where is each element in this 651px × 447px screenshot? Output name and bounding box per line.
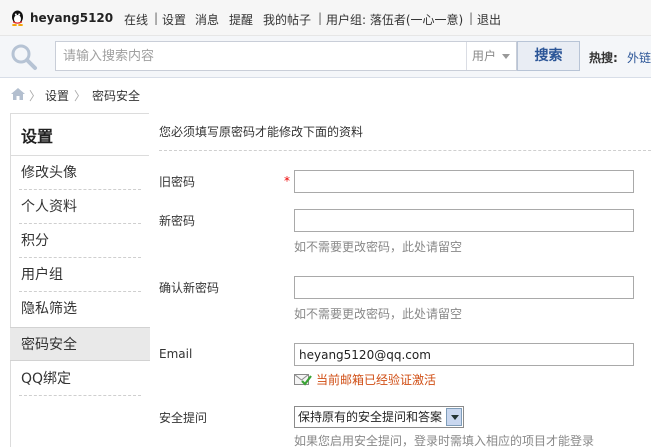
sidebar-item-label: 个人资料 (21, 199, 77, 215)
breadcrumb-separator: 〉 (29, 89, 42, 103)
search-bar: 用户 搜索 热搜: 外链 (0, 36, 651, 78)
security-question-value: 保持原有的安全提问和答案 (298, 410, 443, 424)
breadcrumb: 〉 设置 〉 密码安全 (0, 78, 651, 112)
new-password-hint: 如不需要更改密码，此处请留空 (294, 240, 463, 254)
username-link[interactable]: heyang5120 (30, 11, 113, 25)
separator: | (318, 11, 323, 25)
breadcrumb-separator: 〉 (74, 89, 87, 103)
form-notice: 您必须填写原密码才能修改下面的资料 (159, 125, 364, 139)
search-scope-label: 用户 (472, 49, 497, 63)
separator: | (154, 11, 159, 25)
sidebar-item-profile[interactable]: 个人资料 (11, 190, 149, 224)
verified-mail-icon (294, 374, 312, 386)
breadcrumb-password-security[interactable]: 密码安全 (92, 87, 140, 104)
required-marker: * (284, 174, 290, 188)
form-divider (159, 150, 651, 151)
separator: | (469, 11, 474, 25)
security-question-hint: 如果您启用安全提问，登录时需填入相应的项目才能登录 (294, 434, 595, 447)
home-icon[interactable] (11, 88, 25, 100)
sidebar-item-label: 修改头像 (21, 165, 77, 181)
old-password-label: 旧密码 (159, 175, 196, 189)
qq-penguin-icon (12, 10, 23, 26)
sidebar-item-password-security[interactable]: 密码安全 (10, 327, 150, 361)
sidebar-item-label: 密码安全 (21, 337, 77, 353)
new-password-field[interactable] (294, 209, 634, 232)
email-verified-status: 当前邮箱已经验证激活 (316, 373, 437, 387)
sidebar-item-label: 用户组 (21, 267, 63, 283)
settings-link[interactable]: 设置 (162, 11, 186, 28)
sidebar-item-usergroup[interactable]: 用户组 (11, 258, 149, 292)
confirm-password-hint: 如不需要更改密码，此处请留空 (294, 307, 463, 321)
chevron-down-icon (502, 54, 510, 59)
sidebar-item-label: QQ绑定 (21, 371, 72, 387)
sidebar-item-privacy[interactable]: 隐私筛选 (11, 292, 149, 326)
messages-link[interactable]: 消息 (195, 11, 219, 28)
sidebar-item-label: 积分 (21, 233, 49, 249)
search-button[interactable]: 搜索 (517, 41, 580, 71)
search-field-wrapper: 用户 (55, 41, 517, 71)
reminders-link[interactable]: 提醒 (229, 11, 253, 28)
search-scope-dropdown[interactable]: 用户 (466, 42, 517, 70)
security-question-select[interactable]: 保持原有的安全提问和答案 (294, 406, 464, 428)
search-input[interactable] (56, 42, 466, 70)
confirm-password-field[interactable] (294, 276, 634, 299)
online-status[interactable]: 在线 (124, 11, 148, 28)
email-field[interactable] (294, 343, 634, 366)
sidebar-title: 设置 (21, 127, 54, 146)
logout-link[interactable]: 退出 (477, 11, 501, 28)
chevron-down-icon (446, 408, 462, 426)
hot-search-label: 热搜: (589, 51, 618, 65)
security-question-label: 安全提问 (159, 411, 208, 425)
sidebar-item-label: 隐私筛选 (21, 301, 77, 317)
hot-search-link[interactable]: 外链 (627, 49, 651, 66)
email-label: Email (159, 347, 193, 361)
breadcrumb-settings[interactable]: 设置 (45, 87, 69, 104)
settings-sidebar: 设置 修改头像 个人资料 积分 用户组 隐私筛选 密码安全 QQ绑定 (10, 113, 150, 447)
confirm-password-label: 确认新密码 (159, 281, 220, 295)
new-password-label: 新密码 (159, 214, 196, 228)
sidebar-item-avatar[interactable]: 修改头像 (11, 156, 149, 190)
my-posts-link[interactable]: 我的帖子 (263, 11, 311, 28)
sidebar-item-qq-bind[interactable]: QQ绑定 (11, 362, 149, 396)
sidebar-item-credits[interactable]: 积分 (11, 224, 149, 258)
usergroup-link[interactable]: 用户组: 落伍者(一心一意) (326, 11, 463, 28)
old-password-field[interactable] (294, 170, 634, 193)
top-bar: heyang5120 在线 | 设置 消息 提醒 我的帖子 | 用户组: 落伍者… (0, 0, 651, 36)
search-icon (11, 44, 37, 70)
